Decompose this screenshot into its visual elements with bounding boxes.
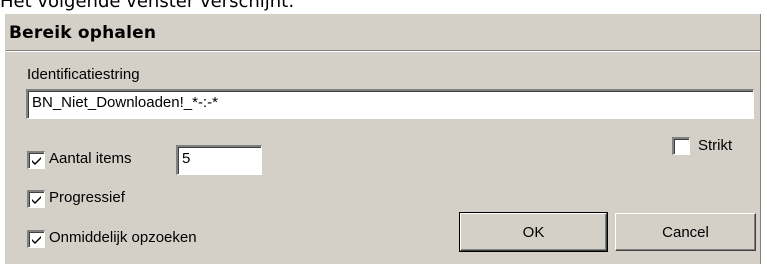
strict-checkbox[interactable] [672,137,690,155]
cancel-button[interactable]: Cancel [615,213,756,251]
title-separator [6,50,760,52]
item-count-checkbox[interactable] [27,151,45,169]
immediate-lookup-label: Onmiddelijk opzoeken [49,229,197,246]
immediate-lookup-checkbox[interactable] [27,230,45,248]
checkmark-icon [32,236,41,244]
identification-label: Identificatiestring [27,66,140,83]
progressive-label: Progressief [49,189,125,206]
identification-input[interactable]: BN_Niet_Downloaden!_*-:-* [26,89,754,119]
item-count-label: Aantal items [49,150,132,167]
bereik-ophalen-dialog: Bereik ophalen Identificatiestring BN_Ni… [4,13,761,264]
progressive-checkbox[interactable] [27,190,45,208]
ok-button[interactable]: OK [459,212,608,252]
checkmark-icon [32,157,41,165]
item-count-input[interactable]: 5 [176,145,262,175]
checkmark-icon [32,196,41,204]
dialog-title: Bereik ophalen [9,23,157,43]
intro-text: Het volgende venster verschijnt: [0,0,295,12]
strict-label: Strikt [698,137,733,154]
